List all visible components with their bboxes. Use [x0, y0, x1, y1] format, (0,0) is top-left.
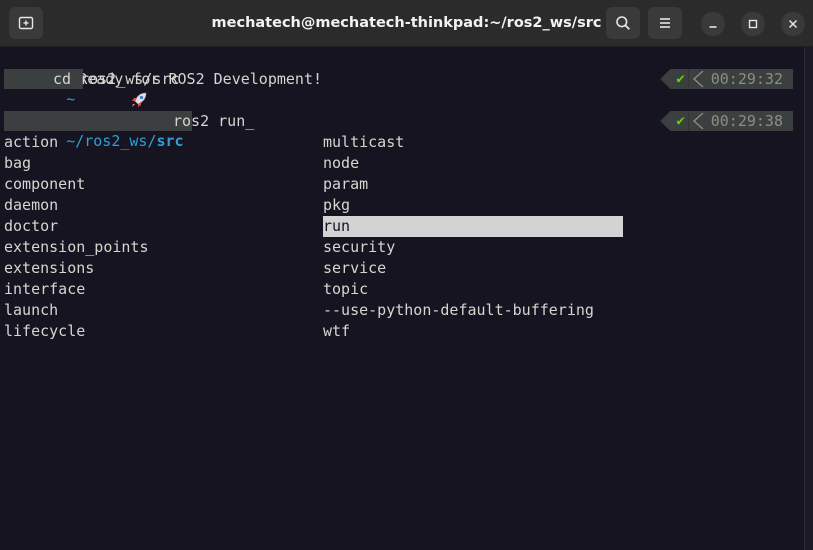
prompt1-command: cd ros2_ws/src — [53, 70, 180, 88]
prompt1-time: 00:29:32 — [710, 70, 783, 88]
completion-item[interactable]: launch — [4, 300, 149, 321]
chevron-left-icon — [692, 113, 704, 129]
prompt2-status-segment: ✔ 00:29:38 — [660, 111, 793, 131]
scrollbar[interactable] — [804, 47, 813, 550]
completion-item[interactable]: topic — [323, 279, 623, 300]
completion-item[interactable]: component — [4, 174, 149, 195]
prompt1-arrow-icon — [31, 69, 41, 89]
prompt2-arrow-icon — [150, 111, 160, 131]
completion-item-selected[interactable]: run — [323, 216, 623, 237]
title-bar[interactable]: mechatech@mechatech-thinkpad:~/ros2_ws/s… — [0, 0, 813, 47]
completion-column-left: action bag component daemon doctor exten… — [4, 132, 149, 342]
completion-item[interactable]: param — [323, 174, 623, 195]
prompt2-status-check: ✔ — [660, 111, 689, 131]
completion-column-right: multicast node param pkg run security se… — [323, 132, 623, 342]
prompt1-time-segment: 00:29:32 — [688, 69, 793, 89]
minimize-icon — [709, 26, 717, 28]
minimize-button[interactable] — [701, 12, 725, 36]
completion-item[interactable]: interface — [4, 279, 149, 300]
completion-item[interactable]: service — [323, 258, 623, 279]
completion-item[interactable]: node — [323, 153, 623, 174]
close-icon — [788, 19, 798, 29]
prompt2-time-segment: 00:29:38 — [688, 111, 793, 131]
completion-item[interactable]: daemon — [4, 195, 149, 216]
completion-item[interactable]: doctor — [4, 216, 149, 237]
new-tab-icon — [18, 16, 34, 30]
prompt2-command: ros2 run_ — [173, 112, 255, 130]
completion-item[interactable]: extensions — [4, 258, 149, 279]
close-button[interactable] — [781, 12, 805, 36]
search-button[interactable] — [606, 7, 640, 39]
completion-item[interactable]: extension_points — [4, 237, 149, 258]
new-tab-button[interactable] — [9, 7, 43, 39]
completion-item[interactable]: multicast — [323, 132, 623, 153]
prompt1-dir: ~ — [66, 90, 76, 108]
maximize-icon — [748, 19, 758, 29]
completion-item[interactable]: --use-python-default-buffering — [323, 300, 623, 321]
hamburger-menu-icon — [660, 18, 670, 28]
banner-line: Ready for ROS2 Development! — [4, 48, 322, 107]
prompt1-status-check: ✔ — [660, 69, 689, 89]
completion-item[interactable]: wtf — [323, 321, 623, 342]
completion-item[interactable]: security — [323, 237, 623, 258]
window-title: mechatech@mechatech-thinkpad:~/ros2_ws/s… — [211, 15, 602, 31]
prompt2-dir-current: src — [156, 132, 184, 150]
search-icon — [616, 16, 630, 30]
prompt1-status-segment: ✔ 00:29:32 — [660, 69, 793, 89]
completion-item[interactable]: lifecycle — [4, 321, 149, 342]
terminal-output[interactable]: Ready for ROS2 Development! ~ cd ros2_ws… — [0, 47, 805, 550]
chevron-left-icon — [692, 71, 704, 87]
terminal-window: mechatech@mechatech-thinkpad:~/ros2_ws/s… — [0, 0, 813, 550]
menu-button[interactable] — [648, 7, 682, 39]
prompt2-dir-segment: ~/ros2_ws/src — [4, 111, 192, 150]
completion-item[interactable]: pkg — [323, 195, 623, 216]
prompt2-time: 00:29:38 — [710, 112, 783, 130]
maximize-button[interactable] — [741, 12, 765, 36]
completion-item[interactable]: action — [4, 132, 149, 153]
completion-item[interactable]: bag — [4, 153, 149, 174]
